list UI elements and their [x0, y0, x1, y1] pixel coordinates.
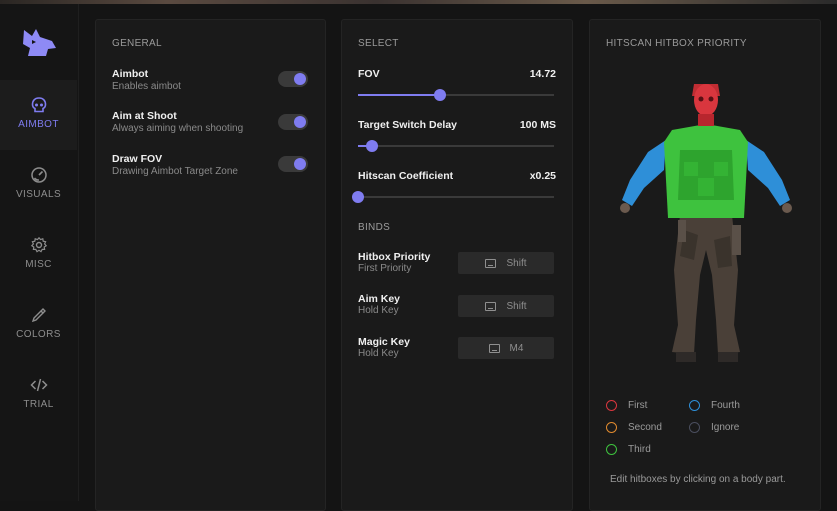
hitbox-panel: HITSCAN HITBOX PRIORITY First Fourth Sec… [589, 19, 821, 511]
hitbox-hint: Edit hitboxes by clicking on a body part… [610, 474, 786, 485]
sidebar-item-label: TRIAL [23, 399, 54, 410]
slider-track [358, 196, 554, 198]
legend-dot [606, 400, 617, 411]
sidebar-item-label: AIMBOT [18, 119, 59, 130]
hitscan-coefficient-value: x0.25 [529, 170, 556, 182]
legend-dot [689, 400, 700, 411]
sidebar-item-label: VISUALS [15, 189, 62, 200]
option-aim-at-shoot-desc: Always aiming when shooting [112, 123, 244, 134]
sidebar-item-aimbot[interactable]: AIMBOT [0, 80, 77, 150]
legend-dot [606, 444, 617, 455]
target-switch-delay-slider[interactable] [358, 140, 554, 152]
key-label: Shift [506, 257, 527, 269]
sidebar-item-trial[interactable]: TRIAL [0, 360, 77, 430]
sidebar-item-label: COLORS [16, 329, 61, 340]
legend-label: First [628, 400, 648, 411]
fov-label: FOV [358, 68, 380, 80]
section-title-hitbox: HITSCAN HITBOX PRIORITY [606, 38, 747, 49]
hitscan-coefficient-slider[interactable] [352, 191, 554, 203]
hitscan-coefficient-label: Hitscan Coefficient [358, 170, 454, 182]
magic-key-button[interactable]: M4 [458, 337, 554, 359]
fov-value: 14.72 [529, 68, 556, 80]
keyboard-icon [485, 258, 497, 268]
toggle-knob [294, 116, 306, 128]
legend-dot [689, 422, 700, 433]
bind-magic-key-label: Magic Key [358, 336, 410, 348]
bind-magic-key-sub: Hold Key [358, 348, 399, 359]
section-title-general: GENERAL [112, 38, 162, 49]
legend-label: Third [628, 444, 651, 455]
key-label: Shift [506, 300, 527, 312]
option-aimbot-label: Aimbot [112, 68, 149, 80]
legend-label: Fourth [711, 400, 740, 411]
slider-fill [358, 94, 441, 96]
fov-slider[interactable] [358, 89, 554, 101]
background-strip [0, 0, 837, 4]
bind-aim-key-label: Aim Key [358, 293, 401, 305]
skull-icon [31, 97, 46, 113]
gauge-icon [30, 167, 47, 183]
option-draw-fov-desc: Drawing Aimbot Target Zone [112, 166, 238, 177]
keyboard-icon [488, 343, 500, 353]
aim-key-button[interactable]: Shift [458, 295, 554, 317]
legend-label: Ignore [711, 422, 740, 433]
sidebar-item-label: MISC [25, 259, 52, 270]
keyboard-icon [485, 301, 497, 311]
head-hitbox[interactable] [692, 84, 720, 126]
sidebar-item-misc[interactable]: MISC [0, 220, 77, 290]
slider-thumb[interactable] [352, 191, 364, 203]
code-icon [29, 378, 48, 392]
section-title-select: SELECT [358, 38, 399, 49]
option-draw-fov-label: Draw FOV [112, 153, 163, 165]
toggle-knob [294, 158, 306, 170]
legend-dot [606, 422, 617, 433]
slider-thumb[interactable] [434, 89, 447, 101]
aim-at-shoot-toggle[interactable] [278, 114, 308, 130]
wolf-logo-icon [23, 29, 56, 56]
general-panel: GENERAL Aimbot Enables aimbot Aim at Sho… [95, 19, 326, 511]
bind-hitbox-priority-sub: First Priority [358, 263, 412, 274]
key-label: M4 [509, 342, 524, 354]
torso-hitbox[interactable] [664, 124, 748, 218]
section-title-binds: BINDS [358, 222, 391, 233]
target-switch-delay-value: 100 MS [519, 119, 556, 131]
sidebar: AIMBOT VISUALS MISC COLORS TRIAL [0, 4, 79, 501]
option-aimbot-desc: Enables aimbot [112, 81, 181, 92]
target-switch-delay-label: Target Switch Delay [358, 119, 458, 131]
slider-track [358, 145, 554, 147]
select-panel: SELECT FOV 14.72 Target Switch Delay 100… [341, 19, 573, 511]
bind-hitbox-priority-label: Hitbox Priority [358, 251, 431, 263]
sidebar-item-colors[interactable]: COLORS [0, 290, 77, 360]
gear-icon [30, 236, 47, 253]
bind-aim-key-sub: Hold Key [358, 305, 399, 316]
slider-thumb[interactable] [365, 140, 378, 152]
toggle-knob [294, 73, 306, 85]
aimbot-toggle[interactable] [278, 71, 308, 87]
legs-hitbox[interactable] [672, 215, 741, 362]
sidebar-item-visuals[interactable]: VISUALS [0, 150, 77, 220]
legend-label: Second [628, 422, 662, 433]
character-model [620, 84, 792, 362]
hitbox-priority-key-button[interactable]: Shift [458, 252, 554, 274]
option-aim-at-shoot-label: Aim at Shoot [112, 110, 177, 122]
draw-fov-toggle[interactable] [278, 156, 308, 172]
eyedropper-icon [31, 308, 46, 323]
